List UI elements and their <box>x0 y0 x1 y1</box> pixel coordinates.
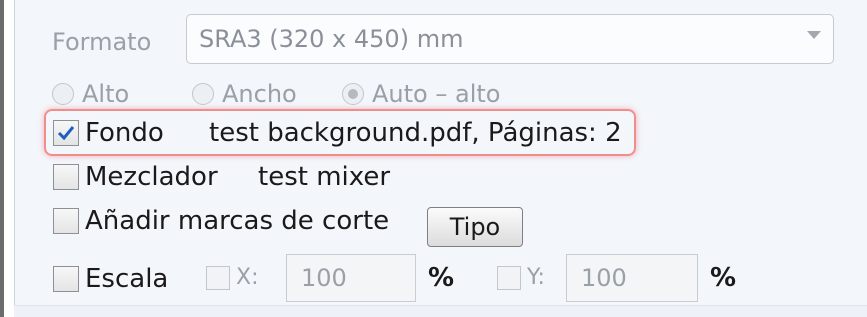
scale-x-unit: % <box>428 263 455 293</box>
format-select[interactable]: SRA3 (320 x 450) mm <box>186 14 834 64</box>
crop-marks-checkbox[interactable] <box>53 208 79 234</box>
background-label: Fondo <box>85 118 164 148</box>
orientation-radio-ancho[interactable]: Ancho <box>192 80 297 108</box>
mixer-label: Mezclador <box>85 162 218 192</box>
scale-checkbox[interactable] <box>53 266 79 292</box>
orientation-radio-alto[interactable]: Alto <box>52 80 129 108</box>
format-select-value: SRA3 (320 x 450) mm <box>199 25 464 53</box>
scale-checkbox-row[interactable]: Escala <box>53 264 168 294</box>
scale-x-checkbox[interactable] <box>206 265 230 290</box>
panel-bottom-edge <box>14 305 867 317</box>
scale-x-input[interactable]: 100 <box>286 254 416 302</box>
scale-x-checkbox-row[interactable]: X: <box>206 265 258 290</box>
chevron-down-icon <box>807 31 821 39</box>
radio-icon <box>192 83 214 105</box>
scale-x-label: X: <box>236 265 259 290</box>
crop-marks-label: Añadir marcas de corte <box>85 206 390 236</box>
scale-y-unit: % <box>710 263 737 293</box>
background-file-info: test background.pdf, Páginas: 2 <box>209 118 622 148</box>
orientation-label-auto: Auto – alto <box>372 80 501 108</box>
orientation-radio-auto[interactable]: Auto – alto <box>342 80 500 108</box>
crop-marks-checkbox-row[interactable]: Añadir marcas de corte <box>53 206 389 236</box>
scale-y-label: Y: <box>527 265 545 290</box>
scale-label: Escala <box>85 264 169 294</box>
window-edge <box>0 0 4 317</box>
mixer-checkbox[interactable] <box>53 164 79 190</box>
scale-y-checkbox-row[interactable]: Y: <box>497 265 545 290</box>
orientation-label-ancho: Ancho <box>222 80 297 108</box>
checkmark-icon <box>57 126 75 141</box>
background-checkbox[interactable] <box>53 120 79 146</box>
background-checkbox-row[interactable]: Fondo <box>53 118 164 148</box>
scale-y-input[interactable]: 100 <box>566 254 698 302</box>
orientation-label-alto: Alto <box>82 80 130 108</box>
crop-type-button[interactable]: Tipo <box>427 207 523 247</box>
mixer-checkbox-row[interactable]: Mezclador <box>53 162 218 192</box>
format-label: Formato <box>52 28 152 56</box>
mixer-info: test mixer <box>258 162 391 192</box>
radio-selected-icon <box>342 83 364 105</box>
radio-icon <box>52 83 74 105</box>
scale-y-checkbox[interactable] <box>497 265 521 290</box>
